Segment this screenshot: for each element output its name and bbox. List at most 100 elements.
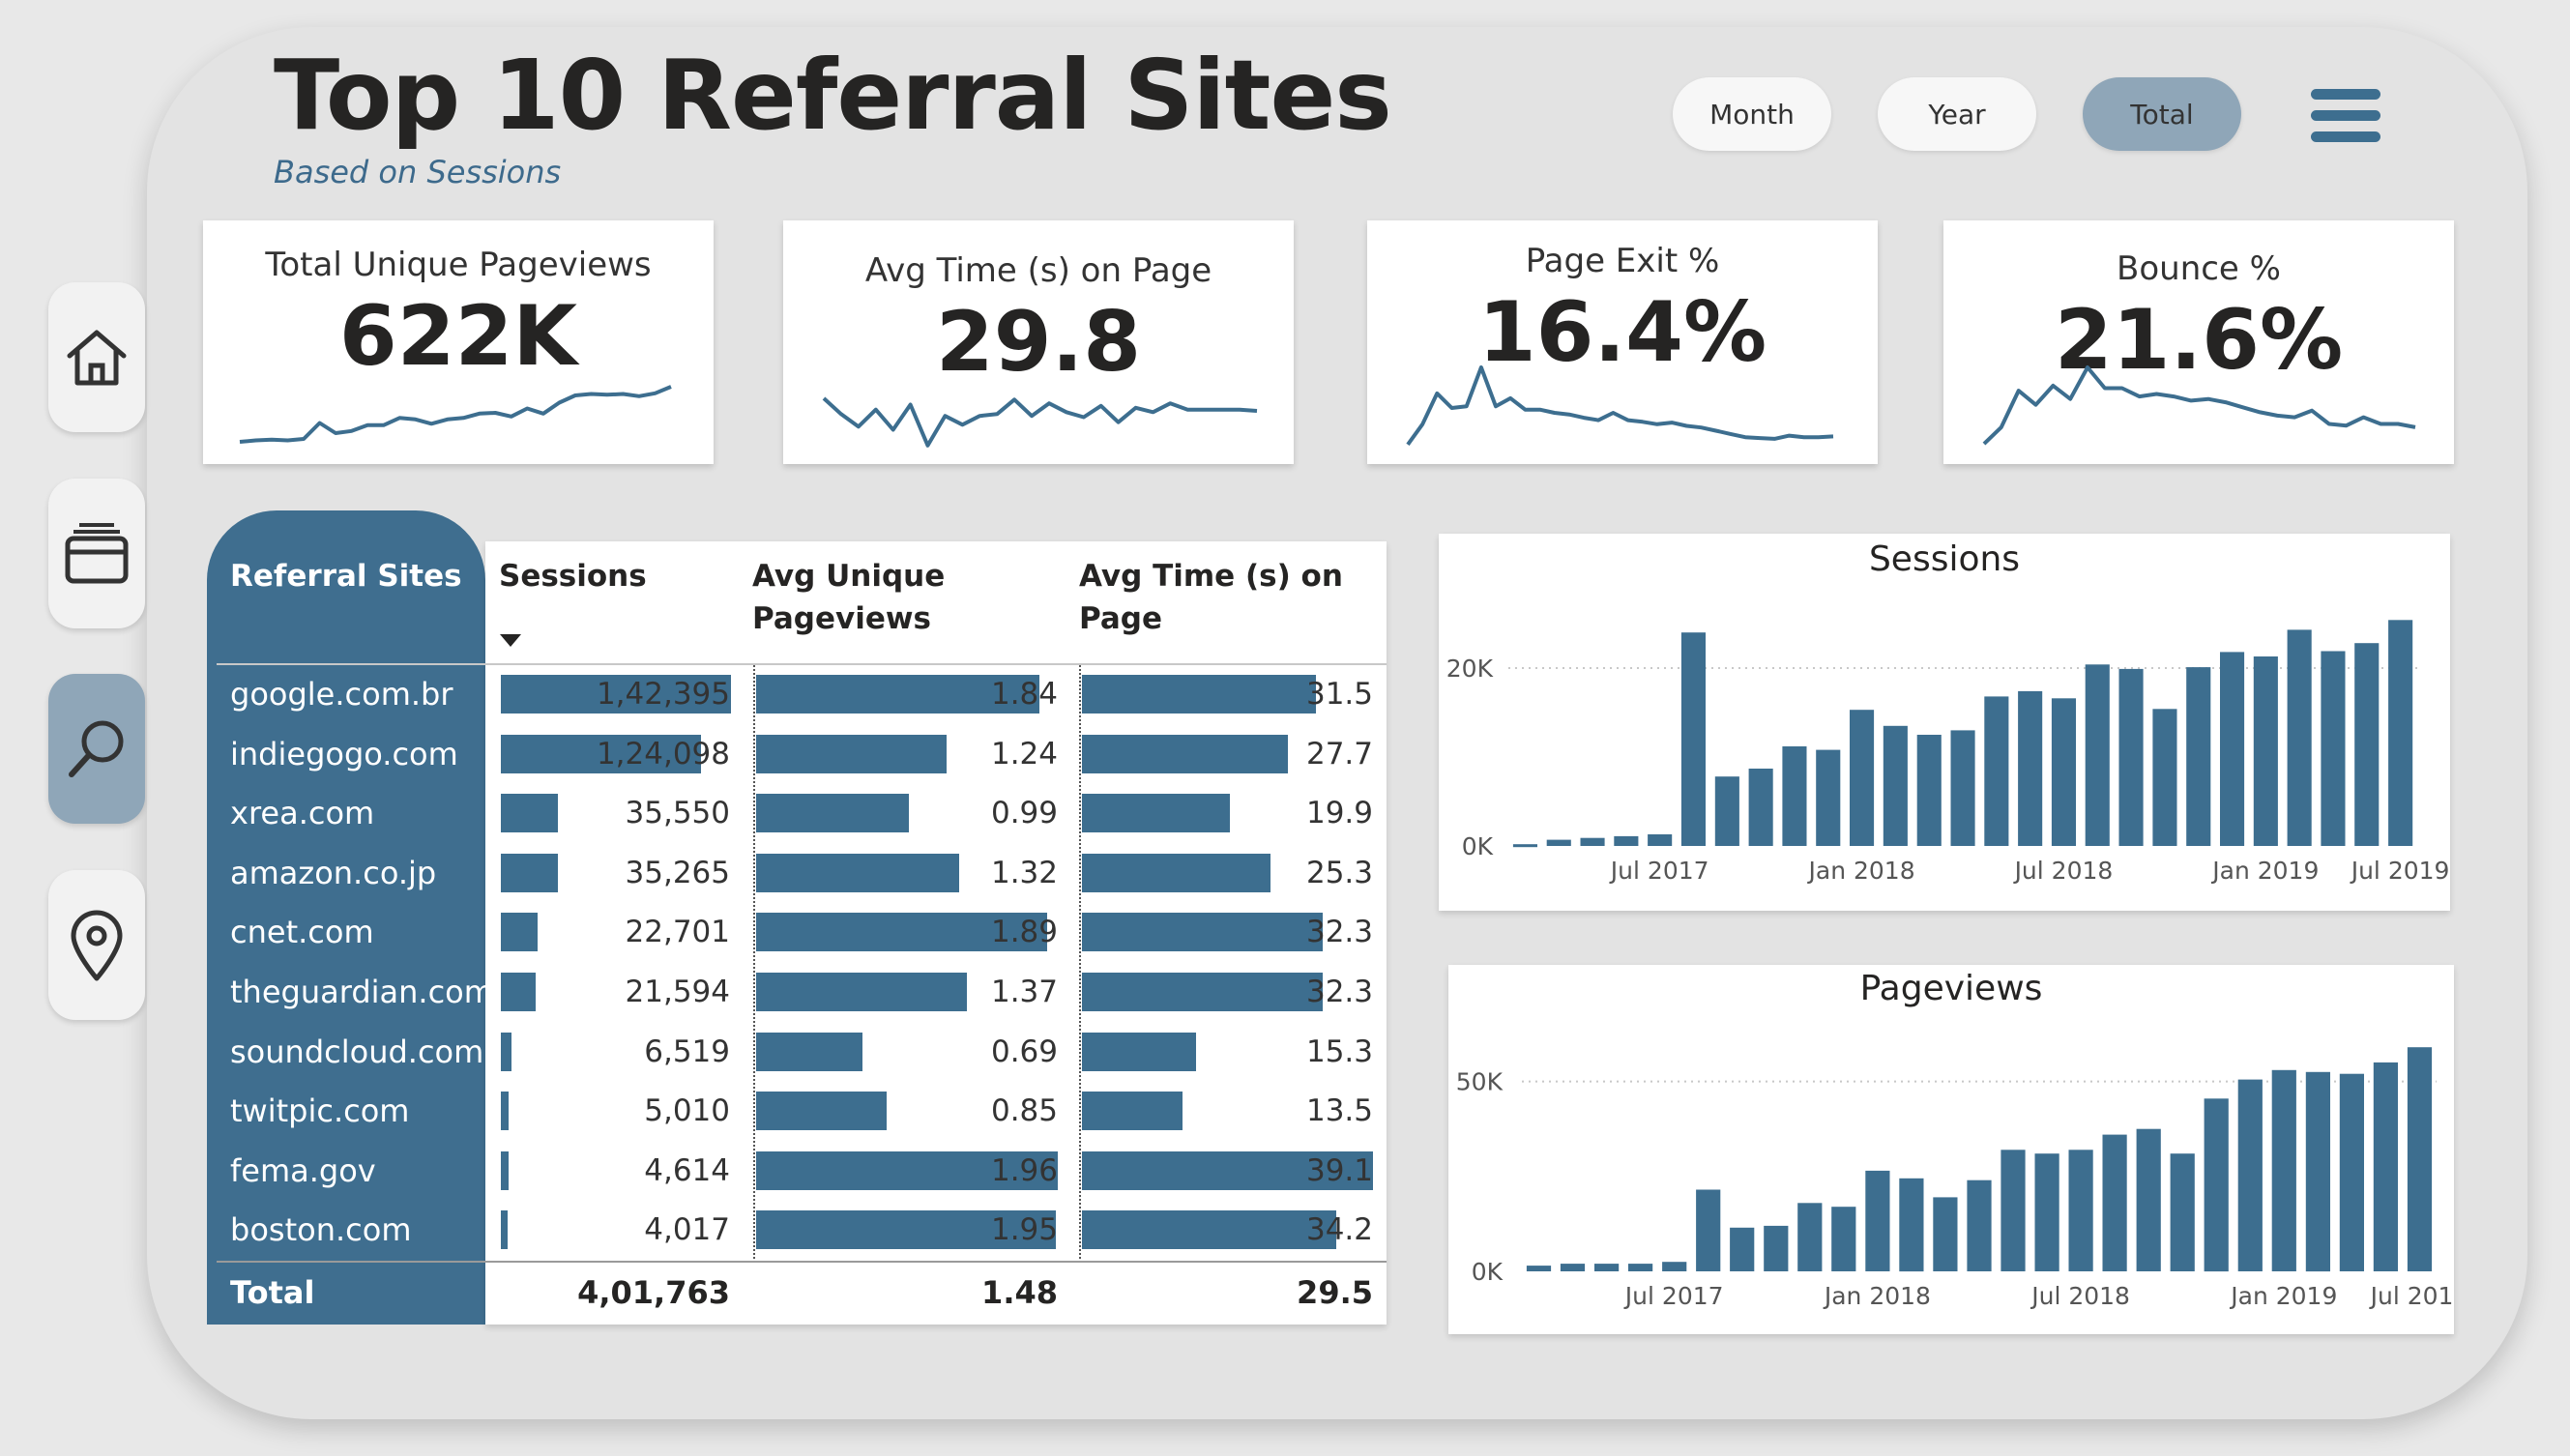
column-header-unique-pageviews[interactable]: Avg Unique Pageviews <box>752 555 1042 640</box>
row-unique-pageviews-value: 0.85 <box>990 1093 1058 1129</box>
filter-year-button[interactable]: Year <box>1878 77 2036 151</box>
chart-bar[interactable] <box>2321 651 2346 847</box>
chart-bar[interactable] <box>1950 730 1975 846</box>
chart-bar[interactable] <box>2354 643 2380 846</box>
chart-bar[interactable] <box>1797 1203 1823 1271</box>
search-icon <box>69 720 124 777</box>
chart-bar[interactable] <box>1546 839 1571 846</box>
chart-bar[interactable] <box>2068 1150 2093 1271</box>
chart-bar[interactable] <box>2407 1047 2433 1271</box>
chart-bar[interactable] <box>2170 1153 2195 1271</box>
x-tick-label: Jul 2017 <box>1609 857 1709 885</box>
chart-bar[interactable] <box>1648 834 1673 846</box>
chart-bar[interactable] <box>1764 1225 1789 1271</box>
row-sessions-value: 1,24,098 <box>596 736 730 772</box>
y-tick-label: 20K <box>1446 655 1494 683</box>
chart-bar[interactable] <box>1730 1227 1755 1271</box>
chart-bar[interactable] <box>1580 837 1605 846</box>
row-time-on-page-value: 39.1 <box>1305 1152 1373 1188</box>
y-tick-label: 50K <box>1456 1068 1504 1096</box>
row-site-label: twitpic.com <box>230 1092 410 1130</box>
row-sessions-value: 35,265 <box>625 855 730 890</box>
chart-bar[interactable] <box>2373 1062 2398 1271</box>
chart-bar[interactable] <box>2388 620 2413 846</box>
column-header-sessions[interactable]: Sessions <box>499 555 647 597</box>
chart-bar[interactable] <box>2253 656 2278 846</box>
chart-bar[interactable] <box>2305 1071 2330 1272</box>
row-sessions-value: 22,701 <box>625 915 730 950</box>
chart-bar[interactable] <box>1916 735 1942 846</box>
chart-bar[interactable] <box>1594 1264 1620 1271</box>
row-time-on-page-value: 32.3 <box>1305 915 1373 950</box>
chart-bar[interactable] <box>1899 1178 1924 1272</box>
page-title: Top 10 Referral Sites <box>274 39 1392 152</box>
sparkline-path <box>822 396 1258 448</box>
home-icon <box>67 330 127 385</box>
chart-bar[interactable] <box>2271 1069 2296 1271</box>
chart-bar[interactable] <box>1933 1197 1958 1271</box>
chart-bar[interactable] <box>2136 1128 2161 1271</box>
chart-bar[interactable] <box>1831 1207 1856 1271</box>
column-header-time-on-page[interactable]: Avg Time (s) on Page <box>1079 555 1359 640</box>
nav-home-button[interactable] <box>48 282 145 432</box>
chart-bar[interactable] <box>1883 725 1908 846</box>
chart-bar[interactable] <box>1680 632 1706 846</box>
chart-bar[interactable] <box>2102 1134 2127 1271</box>
sort-descending-icon[interactable] <box>500 634 521 648</box>
y-tick-label: 0K <box>1462 832 1494 860</box>
row-time-on-page-value: 34.2 <box>1305 1212 1373 1248</box>
chart-bar[interactable] <box>1526 1266 1552 1271</box>
chart-bar[interactable] <box>1714 776 1739 846</box>
sessions-chart: 0K 20K Jul 2017 Jan 2018 Jul 2018 Jan 2019 Jul… <box>1446 620 2449 885</box>
chart-bar[interactable] <box>2034 1153 2059 1271</box>
hamburger-icon[interactable] <box>2311 89 2380 143</box>
kpi-sparkline <box>1406 365 1834 446</box>
chart-bar[interactable] <box>2339 1073 2364 1271</box>
row-site-label: xrea.com <box>230 795 375 832</box>
chart-bar[interactable] <box>2001 1150 2026 1271</box>
chart-bar[interactable] <box>2186 667 2211 846</box>
row-site-label: indiegogo.com <box>230 735 458 772</box>
chart-bar[interactable] <box>1662 1262 1687 1271</box>
column-header-sites[interactable]: Referral Sites <box>230 555 462 597</box>
row-sessions-value: 1,42,395 <box>596 677 730 712</box>
row-time-on-page-value: 27.7 <box>1305 736 1373 772</box>
chart-bar[interactable] <box>2118 668 2144 846</box>
chart-bar[interactable] <box>1512 844 1537 848</box>
chart-bar[interactable] <box>1696 1189 1721 1272</box>
chart-bar[interactable] <box>1748 769 1773 846</box>
nav-location-button[interactable] <box>48 870 145 1020</box>
total-time-on-page: 29.5 <box>1297 1274 1373 1311</box>
chart-bar[interactable] <box>2085 664 2110 846</box>
row-unique-pageviews-value: 1.24 <box>990 736 1058 772</box>
chart-bar[interactable] <box>2051 698 2076 846</box>
chart-bar[interactable] <box>2220 652 2245 846</box>
chart-bar[interactable] <box>1628 1264 1653 1271</box>
row-site-label: fema.gov <box>230 1151 376 1189</box>
chart-bar[interactable] <box>1967 1179 1992 1271</box>
chart-bar[interactable] <box>2237 1079 2263 1271</box>
chart-bar[interactable] <box>2152 709 2177 846</box>
chart-bar[interactable] <box>1816 749 1841 846</box>
chart-bar[interactable] <box>2018 690 2043 846</box>
chart-bar[interactable] <box>2287 629 2312 846</box>
chart-bar[interactable] <box>1560 1264 1586 1271</box>
row-unique-pageviews-value: 0.69 <box>990 1034 1058 1069</box>
filter-total-button[interactable]: Total <box>2083 77 2241 151</box>
chart-bar[interactable] <box>1865 1170 1890 1271</box>
filter-month-button[interactable]: Month <box>1673 77 1831 151</box>
row-time-on-page-value: 31.5 <box>1305 677 1373 712</box>
x-tick-label: Jan 2019 <box>2229 1282 2337 1310</box>
nav-browser-button[interactable] <box>48 479 145 628</box>
chart-bar[interactable] <box>1850 710 1875 846</box>
chart-bar[interactable] <box>1782 746 1807 846</box>
x-tick-label: Jul 2017 <box>1623 1282 1724 1310</box>
chart-bar[interactable] <box>1984 696 2009 846</box>
location-pin-icon <box>71 910 123 980</box>
row-sessions-value: 5,010 <box>644 1093 730 1129</box>
sparkline-path <box>1406 365 1834 446</box>
chart-bar[interactable] <box>1614 835 1639 846</box>
kpi-card-bounce: Bounce % 21.6% <box>1943 220 2454 464</box>
nav-search-button[interactable] <box>48 674 145 824</box>
chart-bar[interactable] <box>2204 1098 2229 1272</box>
